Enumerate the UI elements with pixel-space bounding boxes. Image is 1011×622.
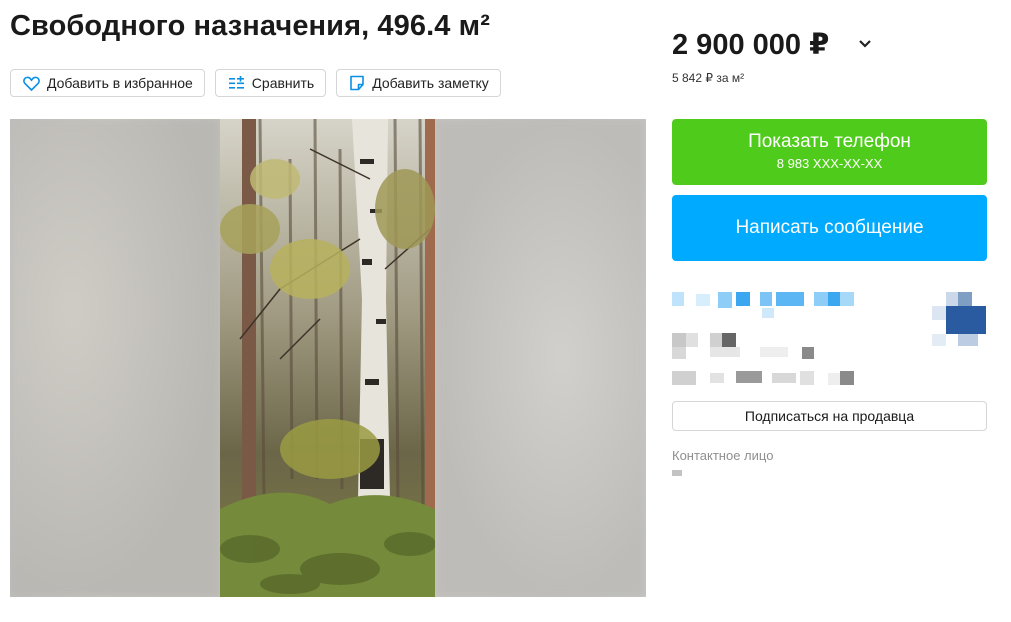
gallery-blur-right	[435, 119, 646, 597]
contact-person-label: Контактное лицо	[672, 448, 774, 463]
compare-label: Сравнить	[251, 75, 315, 91]
compare-button[interactable]: Сравнить	[214, 69, 327, 97]
photo-gallery[interactable]	[10, 119, 646, 597]
contact-person-name-redacted	[672, 470, 682, 476]
price-per-m2: 5 842 ₽ за м²	[672, 71, 745, 85]
add-note-button[interactable]: Добавить заметку	[336, 69, 501, 97]
send-message-button[interactable]: Написать сообщение	[672, 195, 987, 261]
add-note-label: Добавить заметку	[372, 75, 489, 91]
add-to-favorites-button[interactable]: Добавить в избранное	[10, 69, 205, 97]
subscribe-seller-button[interactable]: Подписаться на продавца	[672, 401, 987, 431]
heart-icon	[23, 76, 40, 91]
subscribe-seller-label: Подписаться на продавца	[744, 408, 915, 424]
forest-image	[220, 119, 435, 597]
compare-icon	[228, 75, 244, 89]
send-message-label: Написать сообщение	[735, 217, 924, 238]
add-to-favorites-label: Добавить в избранное	[47, 75, 193, 91]
show-phone-label: Показать телефон	[748, 131, 911, 152]
breadcrumb	[10, 0, 410, 4]
note-icon	[350, 75, 364, 91]
gallery-blur-left	[10, 119, 220, 597]
show-phone-button[interactable]: Показать телефон 8 983 XXX-XX-XX	[672, 119, 987, 185]
chevron-down-icon[interactable]	[858, 33, 872, 54]
listing-photo[interactable]	[220, 119, 435, 597]
price: 2 900 000 ₽	[672, 29, 830, 61]
listing-actions: Добавить в избранное Сравнить Добавить з…	[10, 69, 501, 97]
page-title: Свободного назначения, 496.4 м²	[10, 10, 490, 42]
avatar[interactable]	[932, 292, 986, 348]
phone-masked: 8 983 XXX-XX-XX	[776, 156, 883, 171]
